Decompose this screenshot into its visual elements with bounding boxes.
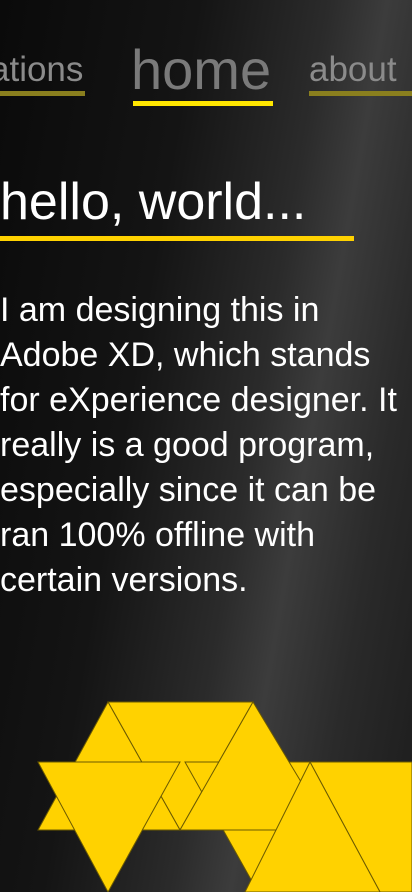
active-tab-underline xyxy=(133,101,274,106)
intro-paragraph: I am designing this in Adobe XD, which s… xyxy=(0,291,397,599)
nav-tab-label: home xyxy=(131,38,272,101)
page-heading: hello, world... xyxy=(0,173,307,231)
nav-tab-underline xyxy=(309,91,412,96)
top-navigation: ations home about xyxy=(0,0,412,120)
nav-tab-label: ations xyxy=(0,50,84,89)
heading-underline xyxy=(0,236,354,241)
nav-tab-label: about xyxy=(309,50,397,89)
nav-tab-applications[interactable]: ations xyxy=(0,50,86,96)
nav-tab-about[interactable]: about xyxy=(309,50,412,96)
triangle-pattern-decoration xyxy=(37,700,412,892)
nav-tab-underline xyxy=(0,91,86,96)
nav-tab-home[interactable]: home xyxy=(131,38,274,106)
